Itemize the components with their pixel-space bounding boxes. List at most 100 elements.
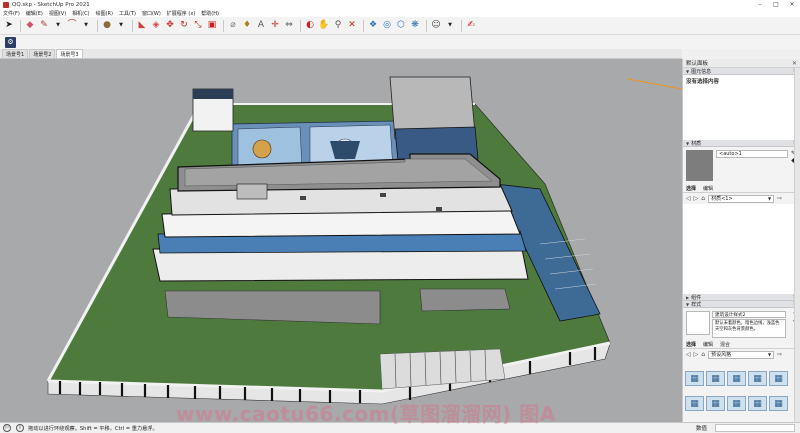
maximize-icon[interactable]: □	[768, 0, 784, 9]
shape-dropdown-icon[interactable]: ▼	[115, 20, 127, 32]
style-thumb-item[interactable]: ▦	[727, 396, 746, 411]
toolbar-separator	[97, 19, 98, 32]
menu-bar: 文件(F) 编辑(E) 视图(V) 相机(C) 绘图(R) 工具(T) 窗口(W…	[0, 9, 800, 17]
measurements-input[interactable]	[715, 424, 795, 432]
tab-materials-edit[interactable]: 编辑	[703, 185, 713, 192]
home-icon[interactable]: ⌂	[701, 195, 705, 202]
styles-subtabs: 选择 编辑 混合	[683, 341, 800, 349]
tray-close-icon[interactable]: ✕	[792, 60, 797, 67]
tray-scrollbar[interactable]	[794, 68, 800, 422]
style-thumb-item[interactable]: ▦	[748, 371, 767, 386]
axes-tool-icon[interactable]: ✛	[269, 20, 281, 32]
material-collection-select[interactable]: 材质<1> ▼	[708, 194, 775, 203]
style-thumb-item[interactable]: ▦	[769, 371, 788, 386]
menu-tools[interactable]: 工具(T)	[119, 10, 136, 17]
warehouse-icon[interactable]: ❖	[367, 20, 379, 32]
menu-camera[interactable]: 相机(C)	[72, 10, 89, 17]
style-thumb-item[interactable]: ▦	[685, 396, 704, 411]
user-account-icon[interactable]: ☺	[430, 20, 442, 32]
menu-file[interactable]: 文件(F)	[3, 10, 20, 17]
minimize-icon[interactable]: –	[752, 0, 768, 9]
components-title: 组件	[691, 294, 702, 301]
forward-arrow-icon[interactable]: ▷	[694, 195, 699, 202]
rotate-tool-icon[interactable]: ↻	[178, 20, 190, 32]
menu-window[interactable]: 窗口(W)	[142, 10, 161, 17]
pencil-tool-icon[interactable]: ✎	[38, 20, 50, 32]
style-thumb-item[interactable]: ▦	[748, 396, 767, 411]
orbit-tool-icon[interactable]: ◐	[304, 20, 316, 32]
style-collection-value: 预设风格	[711, 352, 732, 358]
details-arrow-icon[interactable]: ⇨	[777, 195, 782, 202]
toolbar-separator	[223, 19, 224, 32]
extension-warehouse-icon[interactable]: ◎	[381, 20, 393, 32]
text-tool-icon[interactable]: A	[255, 20, 267, 32]
home-icon[interactable]: ⌂	[701, 351, 705, 358]
menu-help[interactable]: 帮助(H)	[201, 10, 219, 17]
materials-title: 材质	[691, 140, 702, 147]
main-toolbar: ➤ ◆ ✎ ▼ ⌒ ▼ ● ▼ ◣ ◈ ✥ ↻ ⤡ ▣ ⌀ ♦ A ✛ ⇔ ◐ …	[0, 17, 800, 35]
material-collection-value: 材质<1>	[711, 196, 733, 202]
menu-edit[interactable]: 编辑(E)	[26, 10, 43, 17]
menu-draw[interactable]: 绘图(R)	[96, 10, 113, 17]
offset-tool-icon[interactable]: ◈	[150, 20, 162, 32]
style-thumb-item[interactable]: ▦	[706, 371, 725, 386]
tab-styles-select[interactable]: 选择	[686, 341, 696, 348]
tab-scene-2[interactable]: 场景号2	[29, 49, 56, 58]
back-arrow-icon[interactable]: ◁	[686, 351, 691, 358]
account-dropdown-icon[interactable]: ▼	[444, 20, 456, 32]
move-tool-icon[interactable]: ✥	[164, 20, 176, 32]
eraser-tool-icon[interactable]: ◆	[24, 20, 36, 32]
tab-styles-mix[interactable]: 混合	[720, 341, 730, 348]
toolbar-separator	[426, 19, 427, 32]
details-arrow-icon[interactable]: ⇨	[777, 351, 782, 358]
style-thumb-item[interactable]: ▦	[685, 371, 704, 386]
menu-view[interactable]: 视图(V)	[49, 10, 66, 17]
menu-extensions[interactable]: 扩展程序 (x)	[167, 10, 195, 17]
style-description-field[interactable]: 默认未着颜色，暗色边线，浅蓝色天空和灰色背景颜色。	[712, 319, 786, 338]
push-pull-tool-icon[interactable]: ◣	[136, 20, 148, 32]
chevron-down-icon: ▼	[767, 352, 772, 357]
back-arrow-icon[interactable]: ◁	[686, 195, 691, 202]
follow-me-tool-icon[interactable]: ▣	[206, 20, 218, 32]
entity-info-panel-header[interactable]: ▼ 图元信息 ✕	[683, 68, 800, 75]
tape-measure-tool-icon[interactable]: ⌀	[227, 20, 239, 32]
scale-tool-icon[interactable]: ⤡	[192, 20, 204, 32]
dimension-tool-icon[interactable]: ⇔	[283, 20, 295, 32]
forward-arrow-icon[interactable]: ▷	[694, 351, 699, 358]
paint-bucket-tool-icon[interactable]: ♦	[241, 20, 253, 32]
status-bar: ⚐ i 拖动以进行环绕观察。Shift = 平移，Ctrl = 重力悬浮。 数值	[0, 422, 800, 433]
shape-tool-icon[interactable]: ●	[101, 20, 113, 32]
styles-panel-header[interactable]: ▼ 样式 ✕	[683, 301, 800, 308]
entity-info-title: 图元信息	[691, 68, 712, 75]
tab-scene-3[interactable]: 场景号3	[56, 49, 83, 58]
style-thumb-item[interactable]: ▦	[706, 396, 725, 411]
materials-panel-header[interactable]: ▼ 材质 ✕	[683, 140, 800, 147]
zoom-extents-tool-icon[interactable]: ✕	[346, 20, 358, 32]
tab-materials-select[interactable]: 选择	[686, 185, 696, 192]
style-name-field[interactable]: 建筑设计样式2	[712, 311, 786, 318]
material-name-field[interactable]: <auto>1	[716, 150, 788, 158]
layout-icon[interactable]: ❋	[409, 20, 421, 32]
style-thumb-item[interactable]: ▦	[769, 396, 788, 411]
arc-tool-icon[interactable]: ⌒	[66, 20, 78, 32]
line-dropdown-icon[interactable]: ▼	[52, 20, 64, 32]
style-thumb-item[interactable]: ▦	[727, 371, 746, 386]
extension-tool-icon[interactable]: ✍	[465, 20, 477, 32]
secondary-toolbar: ⚙	[0, 35, 800, 49]
geo-location-icon[interactable]: ⚐	[3, 424, 11, 432]
tab-scene-1[interactable]: 场景号1	[2, 49, 29, 58]
share-model-icon[interactable]: ⬡	[395, 20, 407, 32]
close-icon[interactable]: ✕	[784, 0, 800, 9]
arc-dropdown-icon[interactable]: ▼	[80, 20, 92, 32]
tab-styles-edit[interactable]: 编辑	[703, 341, 713, 348]
style-thumbnail-grid: ▦ ▦ ▦ ▦ ▦ ▦ ▦ ▦ ▦ ▦	[685, 371, 789, 419]
plugin-icon[interactable]: ⚙	[5, 36, 16, 48]
info-icon[interactable]: i	[16, 424, 24, 432]
style-collection-select[interactable]: 预设风格 ▼	[708, 350, 775, 359]
zoom-tool-icon[interactable]: ⚲	[332, 20, 344, 32]
expand-triangle-icon: ▶	[686, 294, 690, 300]
pan-tool-icon[interactable]: ✋	[318, 20, 330, 32]
status-message: 拖动以进行环绕观察。Shift = 平移，Ctrl = 重力悬浮。	[28, 425, 158, 432]
model-viewport[interactable]	[0, 59, 682, 422]
select-tool-icon[interactable]: ➤	[3, 20, 15, 32]
